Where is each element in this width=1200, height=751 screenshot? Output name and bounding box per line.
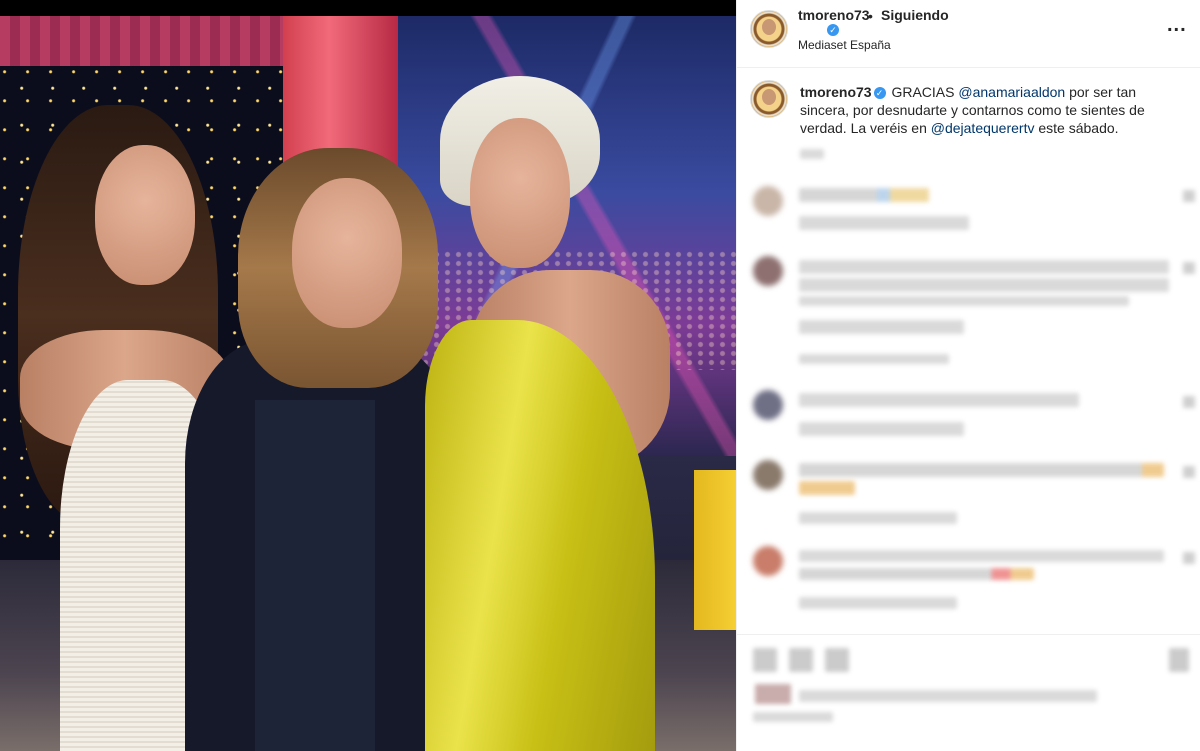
likes-avatars-blurred <box>755 684 791 704</box>
caption-verified-badge-icon: ✓ <box>873 87 886 99</box>
author-avatar[interactable] <box>750 10 788 48</box>
comment-like-icon[interactable] <box>1183 552 1195 564</box>
post-header: tmoreno73 ✓ • Siguiendo Mediaset España … <box>737 0 1200 68</box>
author-username[interactable]: tmoreno73 <box>798 7 870 23</box>
header-separator: • <box>868 8 873 24</box>
comment-avatar[interactable] <box>753 256 783 286</box>
backdrop-curtain <box>0 16 285 66</box>
likes-text-blurred <box>799 690 1097 702</box>
comment-meta-blurred <box>799 597 957 609</box>
comment-meta-blurred <box>799 422 964 436</box>
comment-avatar[interactable] <box>753 546 783 576</box>
photo-top-border <box>0 0 736 16</box>
comment-text-blurred <box>799 463 1164 477</box>
comment-text-blurred <box>799 568 1034 580</box>
caption-timestamp-blurred <box>800 149 824 159</box>
post-side-panel: tmoreno73 ✓ • Siguiendo Mediaset España … <box>736 0 1200 751</box>
comment-icon[interactable] <box>789 648 813 672</box>
comment-avatar[interactable] <box>753 390 783 420</box>
comment-avatar[interactable] <box>753 460 783 490</box>
more-options-icon[interactable]: ... <box>1167 14 1187 37</box>
comment-meta-blurred <box>799 512 957 524</box>
like-icon[interactable] <box>753 648 777 672</box>
following-button[interactable]: Siguiendo <box>881 7 949 23</box>
person-middle-face <box>292 178 402 328</box>
view-replies-blurred <box>799 354 949 364</box>
mention-dejatequerertv[interactable]: @dejatequerertv <box>931 120 1035 136</box>
post-location[interactable]: Mediaset España <box>798 38 891 52</box>
comment-like-icon[interactable] <box>1183 396 1195 408</box>
caution-sign <box>694 470 736 630</box>
share-icon[interactable] <box>825 648 849 672</box>
caption-author-avatar[interactable] <box>750 80 788 118</box>
comment-text-blurred <box>799 393 1079 407</box>
comment-text-blurred <box>799 550 1164 562</box>
comment-meta-blurred <box>799 216 969 230</box>
comment-text-blurred <box>799 296 1129 306</box>
post-date-blurred <box>753 712 833 722</box>
caption-text-part-3: este sábado. <box>1034 120 1119 136</box>
comment-avatar[interactable] <box>753 186 783 216</box>
caption-text-part-1: GRACIAS <box>887 84 959 100</box>
save-icon[interactable] <box>1169 648 1189 672</box>
comment-text-blurred <box>799 278 1169 292</box>
comment-text-blurred <box>799 481 855 495</box>
actions-divider <box>737 634 1200 635</box>
post-photo[interactable] <box>0 0 736 751</box>
comment-text-blurred <box>799 188 929 202</box>
comment-like-icon[interactable] <box>1183 262 1195 274</box>
person-left-face <box>95 145 195 285</box>
comment-text-blurred <box>799 260 1169 274</box>
comment-meta-blurred <box>799 320 964 334</box>
person-right-face <box>470 118 570 268</box>
verified-badge-icon: ✓ <box>827 24 839 36</box>
comment-like-icon[interactable] <box>1183 190 1195 202</box>
comment-like-icon[interactable] <box>1183 466 1195 478</box>
caption-author-username[interactable]: tmoreno73 <box>800 84 872 100</box>
mention-anamariaaldon[interactable]: @anamariaaldon <box>958 84 1065 100</box>
post-caption: tmoreno73 ✓ GRACIAS @anamariaaldon por se… <box>800 83 1185 137</box>
person-middle-vest <box>255 400 375 751</box>
